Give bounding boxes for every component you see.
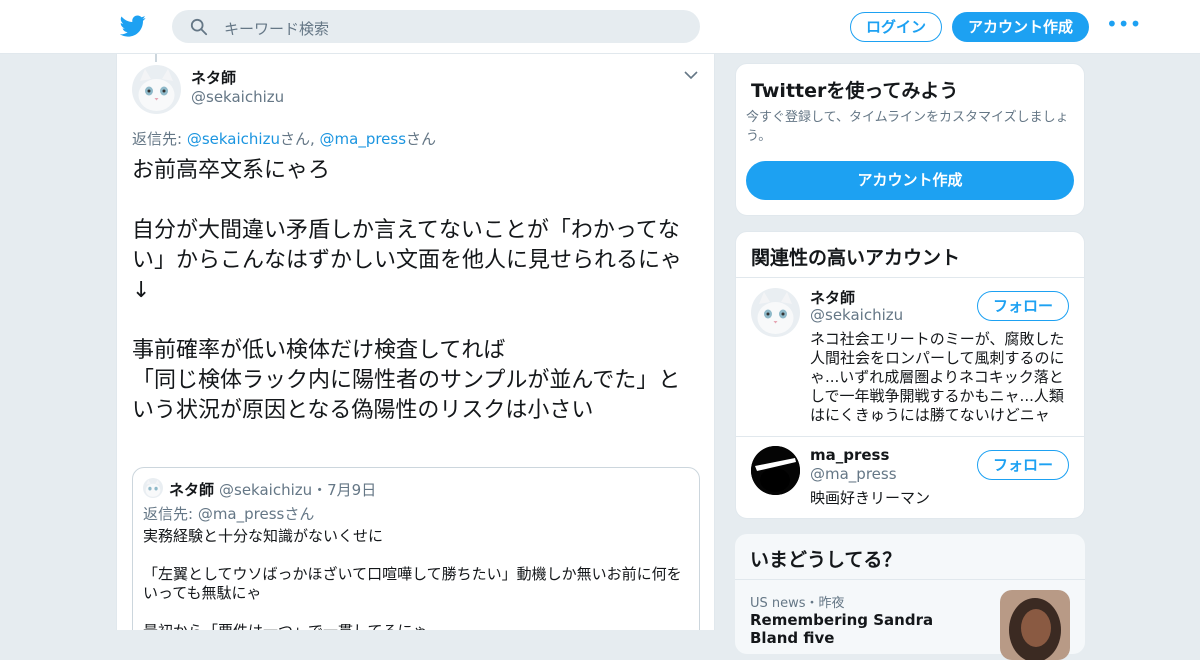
- tweet-text: お前高卒文系にゃろ 自分が大間違い矛盾しか言えてないことが「わかってない」からこ…: [132, 158, 683, 423]
- trends-card: いまどうしてる？ US news・昨夜 Remembering Sandra B…: [735, 534, 1085, 660]
- twitter-logo-icon[interactable]: [120, 13, 146, 39]
- divider: [736, 277, 1084, 278]
- account-name[interactable]: ネタ師: [810, 287, 855, 308]
- search-input[interactable]: キーワード検索: [224, 18, 329, 39]
- divider: [736, 436, 1084, 437]
- follow-button[interactable]: フォロー: [977, 291, 1069, 321]
- trend-thumbnail[interactable]: [1000, 590, 1070, 660]
- account-handle[interactable]: @ma_press: [810, 465, 897, 483]
- cat-avatar-icon: [132, 65, 181, 114]
- account-name[interactable]: ma_press: [810, 446, 889, 464]
- trends-title: いまどうしてる？: [750, 549, 902, 571]
- account-handle[interactable]: @sekaichizu: [810, 306, 903, 324]
- search-box[interactable]: キーワード検索: [172, 10, 700, 43]
- reply-suffix: さん: [406, 130, 437, 148]
- portrait-photo-icon: [1000, 590, 1070, 660]
- avatar[interactable]: [751, 288, 800, 337]
- signup-card: Twitterを使ってみよう 今すぐ登録して、タイムラインをカスタマイズしましょ…: [735, 63, 1085, 216]
- account-bio: 映画好きリーマン: [810, 489, 931, 507]
- cat-avatar-icon: [751, 288, 800, 337]
- signup-button[interactable]: アカウント作成: [952, 12, 1089, 42]
- tweet-author-handle[interactable]: @sekaichizu: [191, 88, 284, 106]
- related-accounts-card: 関連性の高いアカウント ネタ師 @sekaichizu フォロー ネコ社会エリー…: [735, 231, 1085, 519]
- top-bar: キーワード検索 ログイン アカウント作成 •••: [0, 0, 1200, 54]
- account-bio: ネコ社会エリートのミーが、腐敗した人間社会をロンパーして風刺するのにゃ...いず…: [810, 330, 1065, 424]
- follow-button[interactable]: フォロー: [977, 450, 1069, 480]
- signup-card-button[interactable]: アカウント作成: [746, 161, 1074, 200]
- thread-connector: [155, 54, 157, 62]
- more-menu-icon[interactable]: •••: [1106, 14, 1141, 34]
- divider: [735, 579, 1085, 580]
- reply-to-line: 返信先: @sekaichizuさん, @ma_pressさん: [132, 128, 436, 149]
- quoted-tweet-text: 実務経験と十分な知識がないくせに 「左翼としてウソばっかほざいて口喧嘩して勝ちた…: [143, 527, 682, 630]
- reply-user-link[interactable]: @ma_press: [320, 130, 407, 148]
- search-icon: [190, 18, 208, 36]
- cat-avatar-icon: [143, 478, 163, 498]
- chevron-down-icon[interactable]: [684, 70, 698, 80]
- reply-user-link[interactable]: @sekaichizu: [187, 130, 280, 148]
- quoted-reply-to-line: 返信先: @ma_pressさん: [143, 505, 315, 523]
- quoted-author-handle-date: @sekaichizu・7月9日: [219, 481, 377, 499]
- signup-card-subtitle: 今すぐ登録して、タイムラインをカスタマイズしましょう。: [746, 110, 1069, 144]
- trend-headline[interactable]: Remembering Sandra Bland five: [750, 611, 980, 647]
- tweet-detail: ネタ師 @sekaichizu 返信先: @sekaichizuさん, @ma_…: [116, 54, 715, 630]
- avatar: [143, 478, 163, 498]
- reply-suffix: さん,: [279, 130, 320, 148]
- login-button[interactable]: ログイン: [850, 12, 942, 42]
- quoted-tweet[interactable]: ネタ師 @sekaichizu・7月9日 返信先: @ma_pressさん 実務…: [132, 467, 700, 630]
- avatar[interactable]: [751, 446, 800, 495]
- quoted-author-name: ネタ師: [169, 481, 215, 499]
- tweet-author-name[interactable]: ネタ師: [191, 67, 236, 88]
- signup-card-title: Twitterを使ってみよう: [751, 80, 959, 102]
- hat-silhouette-avatar-icon: [751, 446, 800, 495]
- avatar[interactable]: [132, 65, 181, 114]
- trend-meta: US news・昨夜: [750, 596, 845, 611]
- reply-prefix: 返信先:: [132, 130, 187, 148]
- related-accounts-title: 関連性の高いアカウント: [751, 247, 961, 269]
